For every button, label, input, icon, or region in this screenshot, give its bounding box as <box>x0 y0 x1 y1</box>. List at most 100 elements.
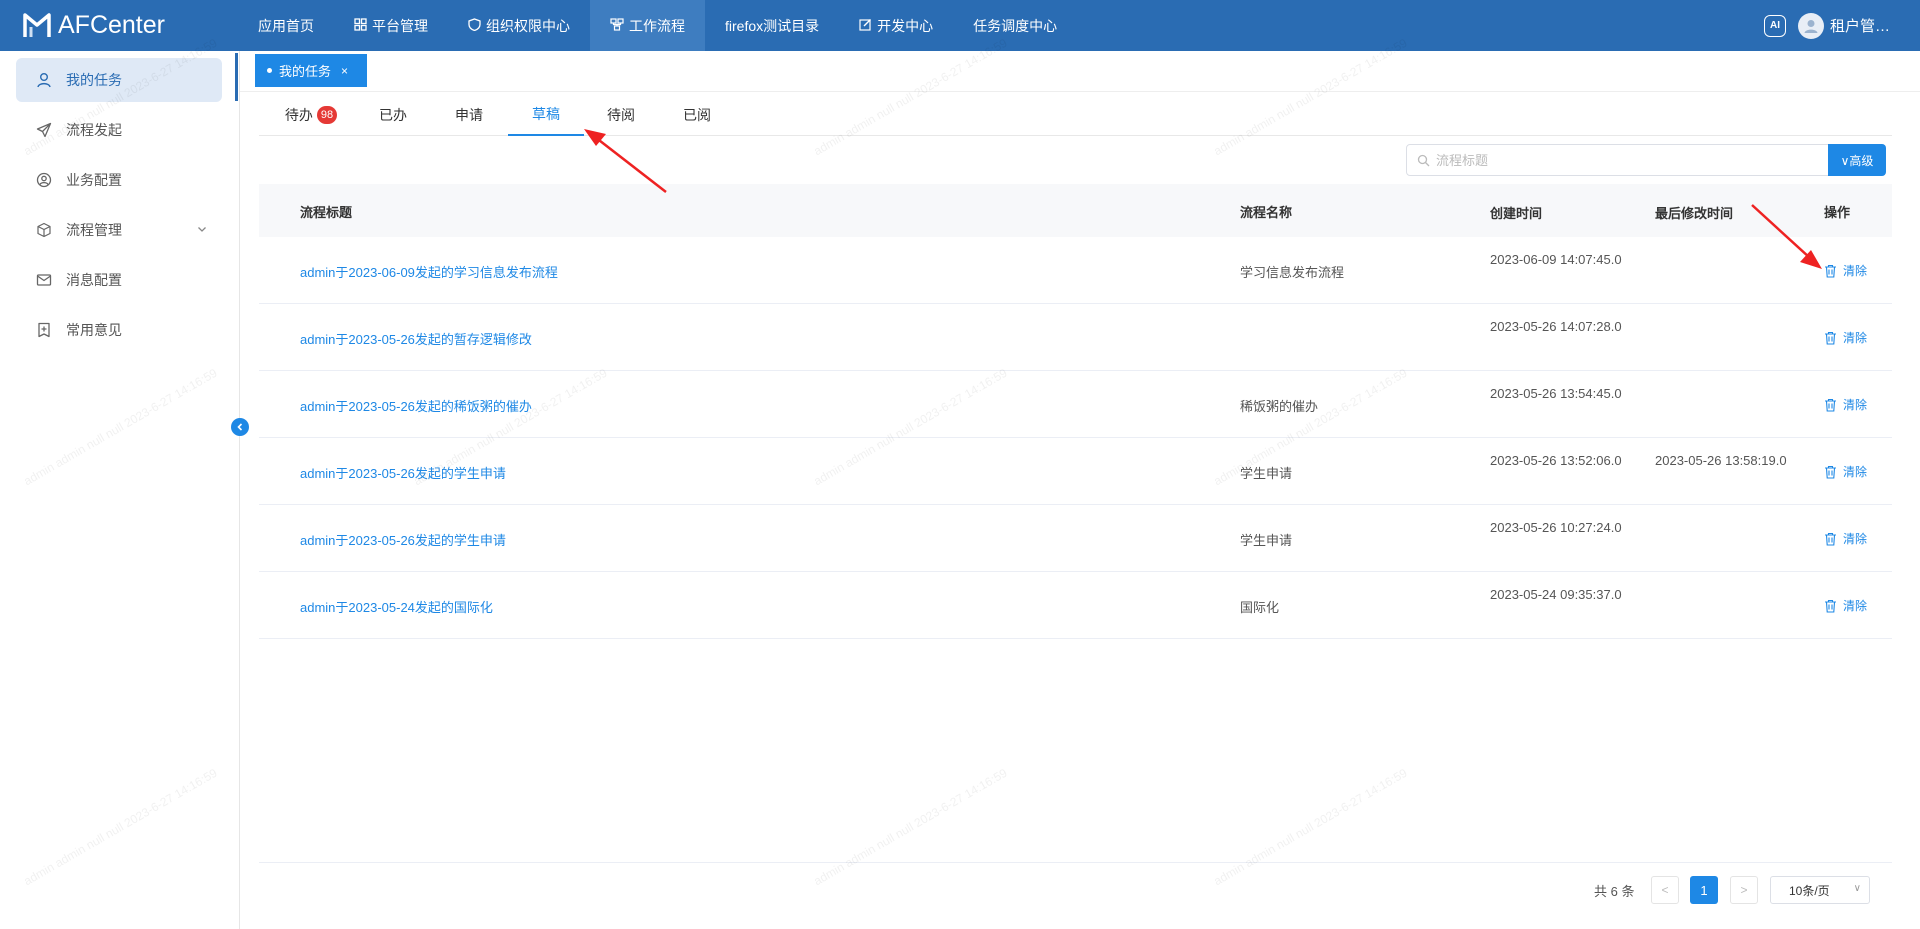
nav-item-label: 平台管理 <box>372 17 428 34</box>
trash-icon <box>1825 264 1836 278</box>
tab-to-read[interactable]: 待阅 <box>596 93 646 136</box>
sidebar-item-label: 流程发起 <box>66 122 122 138</box>
page-number-1[interactable]: 1 <box>1690 876 1718 904</box>
tab-label: 草稿 <box>532 105 560 122</box>
cube-icon <box>36 222 52 238</box>
user-name[interactable]: 租户管… <box>1830 15 1920 36</box>
search-input[interactable] <box>1436 152 1796 168</box>
sidebar-collapse-button[interactable] <box>231 418 249 436</box>
pagination-total: 共 6 条 <box>1594 883 1635 899</box>
trash-icon <box>1825 398 1836 412</box>
logo-icon <box>23 13 51 37</box>
nav-item-workflow[interactable]: 工作流程 <box>590 0 705 51</box>
tab-drafts[interactable]: 草稿 <box>508 93 584 136</box>
clear-label: 清除 <box>1843 465 1868 479</box>
search-icon <box>1417 154 1430 166</box>
sidebar-item-process-management[interactable]: 流程管理 <box>16 208 222 252</box>
column-header-created: 创建时间 <box>1490 206 1543 221</box>
row-created-time: 2023-06-09 14:07:45.0 <box>1490 252 1622 267</box>
ai-icon[interactable]: AI <box>1764 14 1786 37</box>
tab-application[interactable]: 申请 <box>444 93 494 136</box>
sidebar-scroll-indicator <box>235 53 238 101</box>
clear-button[interactable]: 清除 <box>1824 530 1867 547</box>
page-size-value: 10条/页 <box>1789 883 1830 898</box>
sidebar-item-business-config[interactable]: 业务配置 <box>16 158 222 202</box>
clear-button[interactable]: 清除 <box>1824 262 1867 279</box>
advanced-search-button[interactable]: ∨高级 <box>1828 144 1886 176</box>
nav-item-home[interactable]: 应用首页 <box>238 0 334 51</box>
nav-item-scheduler[interactable]: 任务调度中心 <box>953 0 1077 51</box>
top-bar: AFCenter 应用首页 平台管理 组织权限中心 工作流程 firefox测试… <box>0 0 1920 51</box>
trash-icon <box>1825 465 1836 479</box>
row-created-time: 2023-05-26 14:07:28.0 <box>1490 319 1622 334</box>
todo-count-badge: 98 <box>316 105 338 124</box>
row-title-link[interactable]: admin于2023-05-26发起的学生申请 <box>300 463 506 482</box>
sidebar-item-common-opinions[interactable]: 常用意见 <box>16 308 222 352</box>
nav-item-platform[interactable]: 平台管理 <box>334 0 448 51</box>
sidebar-item-start-process[interactable]: 流程发起 <box>16 108 222 152</box>
table-header: 流程标题 流程名称 创建时间 最后修改时间 操作 <box>259 184 1892 237</box>
clear-label: 清除 <box>1843 599 1868 613</box>
tab-label: 待阅 <box>607 106 635 123</box>
row-title-link[interactable]: admin于2023-05-24发起的国际化 <box>300 597 493 616</box>
tab-todo[interactable]: 待办 98 <box>281 93 341 136</box>
tab-label: 已阅 <box>683 106 711 123</box>
clear-label: 清除 <box>1843 264 1868 278</box>
table-row: admin于2023-06-09发起的学习信息发布流程 学习信息发布流程 202… <box>259 237 1892 304</box>
user-avatar-icon <box>1804 19 1818 33</box>
send-icon <box>36 122 52 138</box>
sidebar-item-message-config[interactable]: 消息配置 <box>16 258 222 302</box>
watermark: admin admin null null 2023-6-27 14:16:59 <box>811 765 1010 889</box>
row-title-link[interactable]: admin于2023-05-26发起的暂存逻辑修改 <box>300 329 532 348</box>
row-title-link[interactable]: admin于2023-05-26发起的稀饭粥的催办 <box>300 396 532 415</box>
page-size-select[interactable]: 10条/页 ∨ <box>1770 876 1870 904</box>
clear-label: 清除 <box>1843 398 1868 412</box>
edit-icon <box>859 18 872 34</box>
row-title-link[interactable]: admin于2023-05-26发起的学生申请 <box>300 530 506 549</box>
row-created-time: 2023-05-26 13:52:06.0 <box>1490 453 1622 468</box>
tab-label: 申请 <box>455 106 483 123</box>
nav-item-label: 应用首页 <box>258 17 314 34</box>
nav-item-label: 工作流程 <box>629 17 685 34</box>
avatar[interactable] <box>1798 12 1824 39</box>
nav-item-firefox[interactable]: firefox测试目录 <box>705 0 839 51</box>
close-icon[interactable]: × <box>341 64 348 78</box>
row-created-time: 2023-05-24 09:35:37.0 <box>1490 587 1622 602</box>
chevron-left-icon <box>237 423 243 431</box>
column-header-modified: 最后修改时间 <box>1655 206 1734 221</box>
row-created-time: 2023-05-26 10:27:24.0 <box>1490 520 1622 535</box>
logo-text: AFCenter <box>58 10 165 39</box>
next-page-button[interactable]: > <box>1730 876 1758 904</box>
tab-read[interactable]: 已阅 <box>672 93 722 136</box>
sidebar-item-my-tasks[interactable]: 我的任务 <box>16 58 222 102</box>
nav-item-label: 开发中心 <box>877 17 934 34</box>
sidebar-item-label: 我的任务 <box>66 72 122 88</box>
sidebar-item-label: 流程管理 <box>66 222 122 238</box>
clear-button[interactable]: 清除 <box>1824 463 1867 480</box>
user-icon <box>36 72 52 88</box>
clear-button[interactable]: 清除 <box>1824 329 1867 346</box>
top-right-area: AI 租户管… <box>1764 0 1920 51</box>
clear-button[interactable]: 清除 <box>1824 597 1867 614</box>
app-logo[interactable]: AFCenter <box>22 6 165 44</box>
sidebar-item-label: 业务配置 <box>66 172 122 188</box>
grid-icon <box>354 17 367 34</box>
tab-label: 待办 <box>284 106 313 123</box>
row-title-link[interactable]: admin于2023-06-09发起的学习信息发布流程 <box>300 262 558 281</box>
sidebar: 我的任务 流程发起 业务配置 流程管理 消息配置 常用意见 <box>0 51 240 929</box>
nav-item-dev[interactable]: 开发中心 <box>839 0 953 51</box>
row-created-time: 2023-05-26 13:54:45.0 <box>1490 386 1622 401</box>
tab-done[interactable]: 已办 <box>368 93 418 136</box>
chevron-down-icon: ∨ <box>1853 883 1861 894</box>
clear-button[interactable]: 清除 <box>1824 396 1867 413</box>
page-tab-my-tasks[interactable]: 我的任务 × <box>255 54 367 87</box>
nav-item-org[interactable]: 组织权限中心 <box>448 0 590 51</box>
column-header-process-name: 流程名称 <box>1240 205 1293 220</box>
active-dot-icon <box>267 68 272 73</box>
trash-icon <box>1825 532 1836 546</box>
table-row: admin于2023-05-26发起的暂存逻辑修改 2023-05-26 14:… <box>259 304 1892 371</box>
row-process-name: 稀饭粥的催办 <box>1240 399 1319 414</box>
prev-page-button[interactable]: < <box>1651 876 1679 904</box>
nav-item-label: 任务调度中心 <box>973 17 1058 34</box>
column-header-title: 流程标题 <box>300 205 353 220</box>
